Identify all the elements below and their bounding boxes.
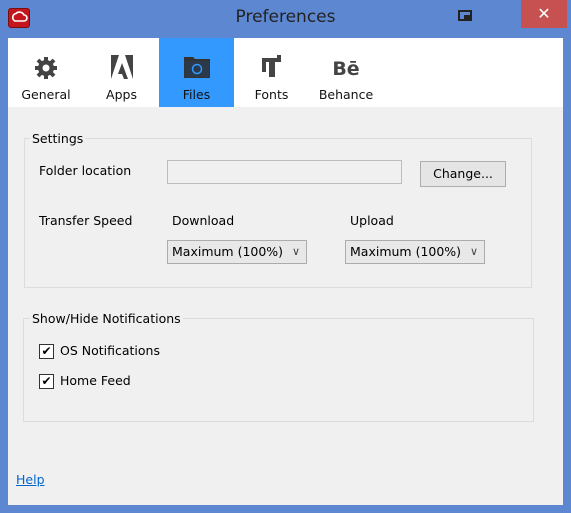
- settings-legend: Settings: [30, 131, 86, 146]
- tab-general[interactable]: General: [8, 38, 84, 107]
- window-title: Preferences: [235, 7, 336, 27]
- adobe-icon: [110, 55, 133, 79]
- select-value: Maximum (100%): [350, 244, 462, 259]
- tab-behance[interactable]: Bē Behance: [309, 38, 383, 107]
- tab-label: Fonts: [254, 87, 289, 102]
- transfer-speed-label: Transfer Speed: [39, 213, 133, 228]
- os-notifications-label: OS Notifications: [60, 343, 160, 358]
- help-link[interactable]: Help: [16, 472, 45, 487]
- tab-label: General: [21, 87, 71, 102]
- folder-location-input[interactable]: [167, 160, 402, 184]
- restore-icon[interactable]: [458, 10, 472, 21]
- upload-label: Upload: [350, 213, 394, 228]
- behance-icon: Bē: [332, 58, 360, 80]
- close-button[interactable]: ✕: [521, 0, 567, 28]
- upload-speed-select[interactable]: Maximum (100%) ∨: [345, 240, 485, 264]
- folder-cloud-icon: [183, 57, 210, 78]
- tab-files[interactable]: Files: [159, 38, 234, 107]
- chevron-down-icon: ∨: [469, 245, 478, 258]
- os-notifications-checkbox[interactable]: ✔: [39, 344, 54, 359]
- chevron-down-icon: ∨: [291, 245, 300, 258]
- tab-label: Apps: [106, 87, 137, 102]
- home-feed-label: Home Feed: [60, 373, 131, 388]
- tab-label: Files: [182, 87, 211, 102]
- home-feed-checkbox[interactable]: ✔: [39, 374, 54, 389]
- gear-icon: [35, 57, 57, 79]
- select-value: Maximum (100%): [172, 244, 284, 259]
- tab-label: Behance: [318, 87, 374, 102]
- notifications-legend: Show/Hide Notifications: [30, 311, 183, 326]
- tab-fonts[interactable]: Fonts: [234, 38, 309, 107]
- download-label: Download: [172, 213, 235, 228]
- tab-bar: General Apps Files Fonts Bē Behance: [8, 38, 563, 107]
- fonts-icon: [261, 55, 281, 77]
- download-speed-select[interactable]: Maximum (100%) ∨: [167, 240, 307, 264]
- preferences-content: General Apps Files Fonts Bē Behance Sett…: [8, 38, 563, 505]
- folder-location-label: Folder location: [39, 163, 132, 178]
- notifications-group: [23, 318, 534, 422]
- change-button[interactable]: Change...: [420, 161, 506, 187]
- tab-apps[interactable]: Apps: [84, 38, 159, 107]
